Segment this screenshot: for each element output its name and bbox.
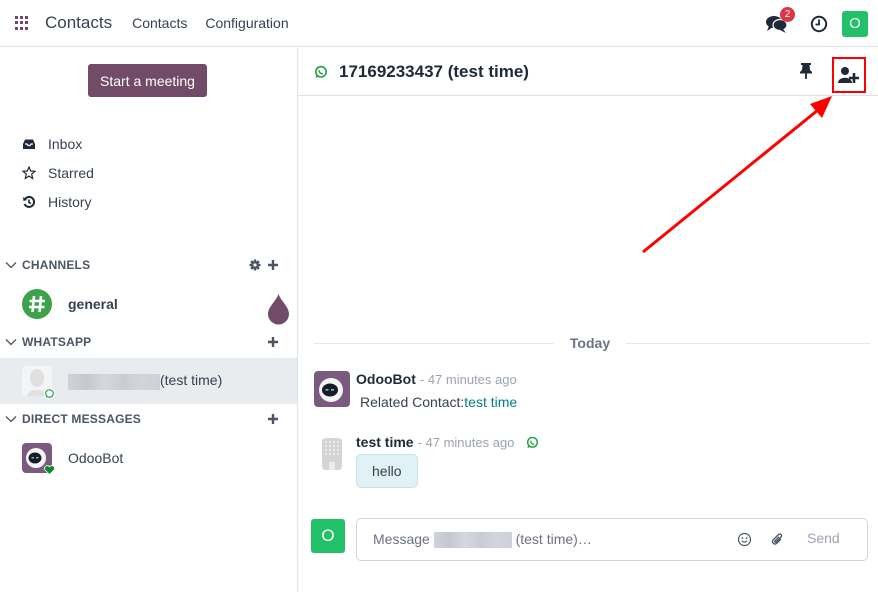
paperclip-icon[interactable] [770, 532, 785, 547]
star-icon [22, 166, 36, 180]
whatsapp-icon [527, 436, 539, 448]
contact-avatar [22, 366, 55, 399]
redacted-name [433, 532, 512, 549]
messages-button[interactable]: 2 [766, 6, 795, 34]
robot-icon [314, 371, 350, 407]
message-time: - 47 minutes ago [417, 434, 515, 450]
starred-label: Starred [48, 165, 94, 181]
message-input[interactable]: Message (test time)… [373, 530, 592, 549]
add-users-button[interactable] [832, 57, 866, 93]
chevron-down-icon [5, 339, 17, 346]
start-meeting-button[interactable]: Start a meeting [88, 64, 207, 97]
odoo-drop-icon [268, 294, 289, 325]
thread-whatsapp-contact[interactable]: (test time) [0, 358, 297, 404]
thread-name-suffix: (test time) [160, 372, 223, 389]
user-avatar[interactable]: O [842, 10, 868, 37]
message-header: OdooBot - 47 minutes ago [356, 371, 517, 387]
category-whatsapp-label: WHATSAPP [22, 335, 92, 349]
thread-header: 17169233437 (test time) [298, 48, 878, 96]
messages-badge: 2 [780, 6, 795, 22]
apps-grid-icon[interactable] [15, 15, 30, 31]
category-direct-messages-label: DIRECT MESSAGES [22, 412, 142, 426]
category-direct-messages[interactable]: DIRECT MESSAGES [0, 408, 297, 430]
add-whatsapp-icon[interactable] [267, 336, 279, 348]
inbox-label: Inbox [48, 136, 83, 152]
composer-avatar: O [311, 519, 345, 553]
history-label: History [48, 194, 92, 210]
add-chat-icon[interactable] [267, 413, 279, 425]
thread-name: general [68, 296, 118, 312]
message-body: Related Contact:test time [360, 394, 517, 410]
redacted-name [68, 373, 160, 390]
chevron-down-icon [5, 262, 17, 269]
thread-title: 17169233437 (test time) [339, 61, 529, 81]
sidebar-item-history[interactable]: History [22, 192, 92, 212]
thread-general[interactable]: general [0, 281, 297, 327]
odoobot-avatar[interactable] [314, 371, 350, 407]
app-name[interactable]: Contacts [45, 13, 112, 33]
top-navbar: Contacts Contacts Configuration 2 O [0, 0, 878, 47]
whatsapp-icon [44, 388, 55, 399]
related-contact-link[interactable]: test time [464, 394, 517, 410]
thread-odoobot[interactable]: OdooBot [0, 435, 297, 481]
sidebar-item-starred[interactable]: Starred [22, 163, 94, 183]
whatsapp-icon [315, 65, 327, 78]
date-separator: Today [314, 335, 870, 351]
thread-view: 17169233437 (test time) Today OdooBot - … [298, 48, 878, 592]
menu-configuration[interactable]: Configuration [205, 15, 288, 31]
separator-line [626, 342, 870, 344]
company-building-icon[interactable] [322, 438, 342, 470]
online-heart-icon [44, 465, 55, 475]
odoobot-avatar [22, 443, 55, 475]
category-whatsapp[interactable]: WHATSAPP [0, 331, 297, 353]
inbox-icon [23, 139, 35, 149]
menu-contacts[interactable]: Contacts [132, 15, 187, 31]
message-header: test time - 47 minutes ago [356, 434, 539, 450]
category-channels-label: CHANNELS [22, 258, 91, 272]
send-button[interactable]: Send [807, 530, 840, 546]
placeholder-suffix: (test time)… [515, 530, 592, 547]
pin-icon[interactable] [798, 62, 814, 80]
message-time: - 47 minutes ago [419, 371, 517, 387]
add-channel-icon[interactable] [267, 259, 279, 271]
thread-name: OdooBot [68, 450, 124, 466]
chevron-down-icon [5, 416, 17, 423]
message-author[interactable]: OdooBot [356, 371, 416, 387]
discuss-sidebar: Start a meeting Inbox Starred History CH… [0, 48, 298, 592]
message-bubble: hello [356, 454, 418, 488]
placeholder-prefix: Message [373, 530, 430, 547]
emoji-icon[interactable] [737, 532, 752, 547]
message-text: Related Contact: [360, 394, 465, 410]
history-icon [23, 195, 36, 208]
category-channels[interactable]: CHANNELS [0, 254, 297, 276]
date-separator-label: Today [569, 335, 611, 351]
add-users-icon [838, 67, 859, 83]
gear-icon[interactable] [249, 259, 261, 271]
thread-name: (test time) [68, 372, 223, 390]
message-author[interactable]: test time [356, 434, 414, 450]
clock-icon[interactable] [810, 15, 828, 33]
separator-line [314, 342, 554, 344]
sidebar-item-inbox[interactable]: Inbox [22, 134, 82, 154]
message-composer[interactable]: Message (test time)… Send [356, 518, 868, 561]
hashtag-icon [22, 289, 52, 319]
